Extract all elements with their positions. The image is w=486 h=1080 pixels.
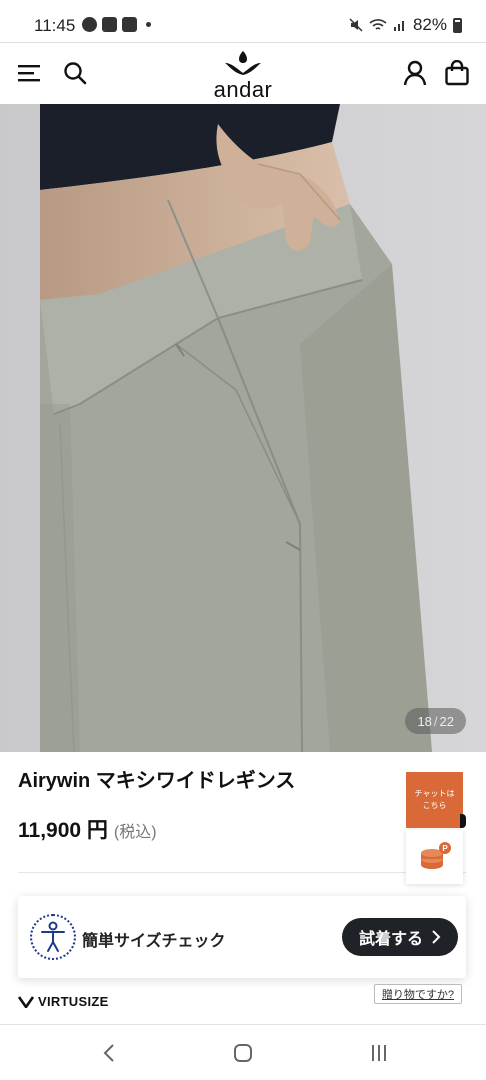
battery-percent: 82% <box>412 15 447 34</box>
home-button[interactable] <box>228 1039 258 1067</box>
back-button[interactable] <box>94 1039 124 1067</box>
more-notifications-dot <box>146 22 151 27</box>
status-bar: 11:45 82% <box>0 0 486 42</box>
body-icon <box>30 914 76 960</box>
search-button[interactable] <box>60 58 90 88</box>
chat-label: チャットは こちら <box>414 789 455 810</box>
news-icon <box>122 17 137 32</box>
menu-icon <box>18 65 40 82</box>
image-counter-current: 18 <box>417 713 432 729</box>
mute-icon <box>349 18 363 32</box>
menu-button[interactable] <box>14 58 44 88</box>
back-icon <box>103 1044 114 1062</box>
image-counter-total: 22 <box>439 713 454 729</box>
site-header: andar <box>0 42 486 104</box>
product-price: 11,900 円 <box>18 819 108 842</box>
size-check-banner[interactable]: 簡単サイズチェック 試着する <box>18 896 466 978</box>
svg-text:P: P <box>442 844 448 853</box>
section-divider <box>18 872 466 873</box>
system-nav-bar <box>0 1024 486 1080</box>
shopping-bag-icon <box>445 60 469 86</box>
signal-icon <box>393 21 404 31</box>
try-on-button[interactable]: 試着する <box>342 918 458 956</box>
chevron-right-icon <box>432 930 441 944</box>
product-image[interactable]: 18 / 22 <box>0 104 486 752</box>
image-counter-separator: / <box>433 713 438 729</box>
size-check-label: 簡単サイズチェック <box>82 933 226 950</box>
system-icons: 82% <box>349 15 462 35</box>
price-row: 11,900 円 (税込) <box>18 814 157 844</box>
tax-note: (税込) <box>113 824 157 841</box>
home-icon <box>234 1044 252 1062</box>
try-on-label: 試着する <box>358 931 423 948</box>
image-counter: 18 / 22 <box>405 708 466 734</box>
chat-tab-handle[interactable] <box>460 814 466 828</box>
status-time: 11:45 <box>34 16 76 35</box>
product-photo <box>0 104 486 752</box>
brand-logo[interactable]: andar <box>200 49 286 102</box>
chat-button[interactable]: チャットは こちら <box>406 772 463 828</box>
andar-logo-icon <box>225 51 261 75</box>
product-title: Airywin マキシワイドレギンス <box>18 770 296 792</box>
search-icon <box>64 62 87 85</box>
account-button[interactable] <box>400 58 430 88</box>
user-icon <box>403 60 427 86</box>
wifi-icon <box>369 19 387 30</box>
line-app-icon <box>82 17 97 32</box>
virtusize-logo-icon <box>18 995 34 1008</box>
gallery-icon <box>102 17 117 32</box>
cart-button[interactable] <box>442 58 472 88</box>
gift-link[interactable]: 贈り物ですか? <box>374 984 462 1004</box>
virtusize-brand-text: VIRTUSIZE <box>38 994 109 1009</box>
battery-icon <box>453 17 462 33</box>
virtusize-brand: VIRTUSIZE <box>18 994 109 1009</box>
points-button[interactable]: P <box>406 830 463 884</box>
recents-icon <box>372 1045 386 1061</box>
coins-icon: P <box>420 842 451 869</box>
recents-button[interactable] <box>364 1039 394 1067</box>
notification-icons <box>82 17 151 32</box>
logo-text: andar <box>213 77 273 102</box>
